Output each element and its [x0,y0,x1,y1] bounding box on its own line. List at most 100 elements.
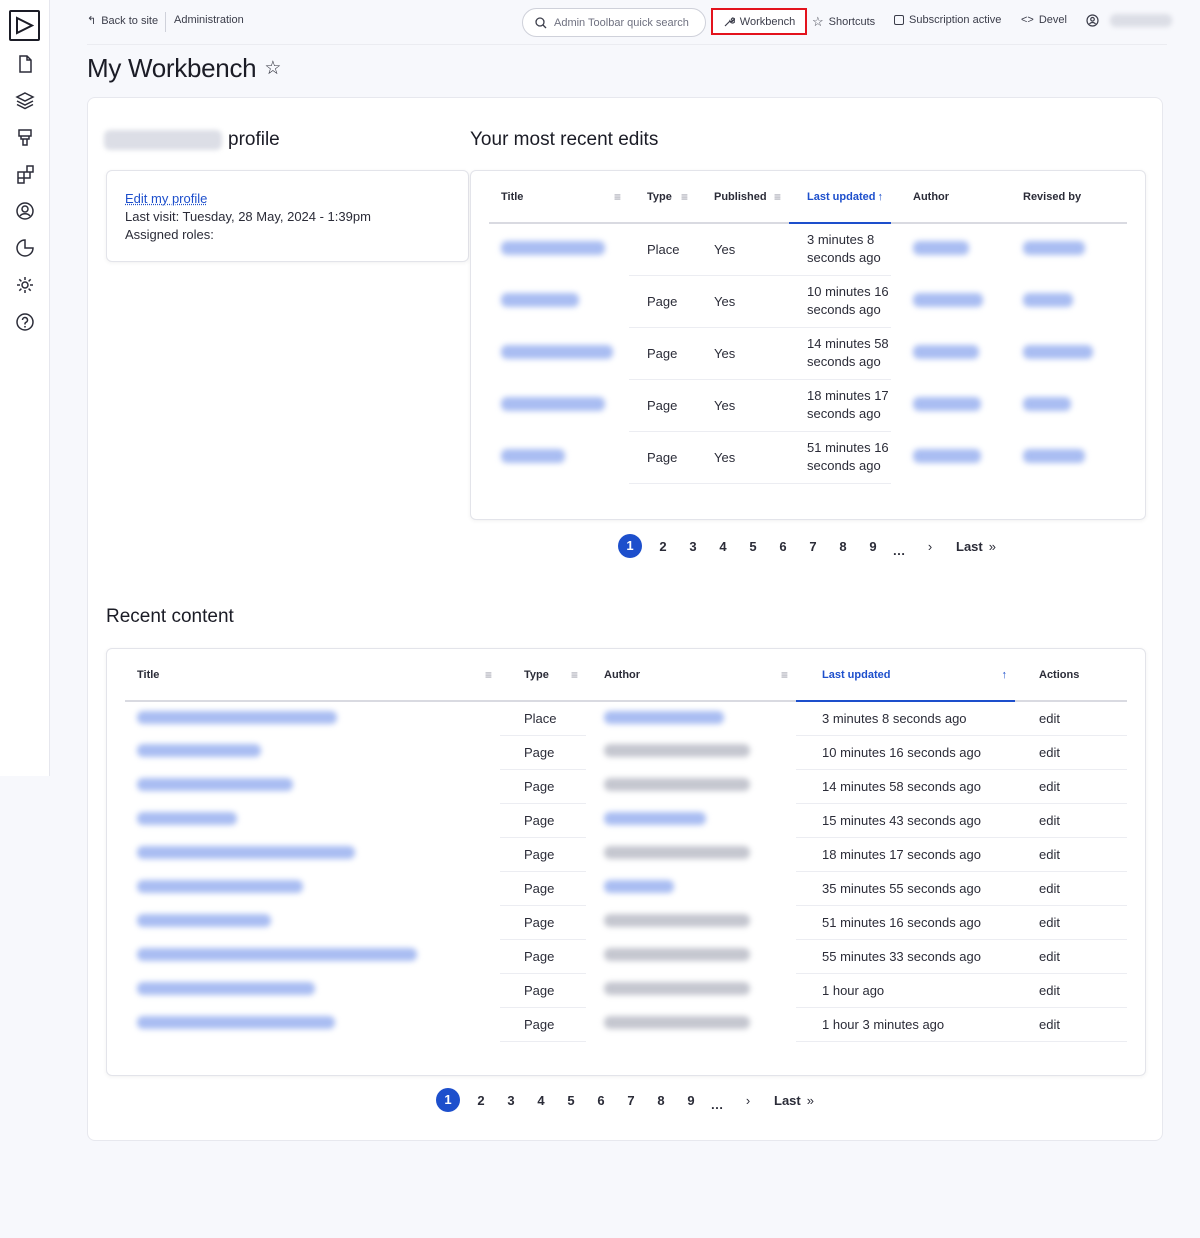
col-title[interactable]: Title ≡ [489,171,629,224]
pager-page-4[interactable]: 4 [526,1093,556,1108]
row-revised-by[interactable] [1001,275,1127,327]
author-redacted[interactable] [913,344,979,359]
reviser-redacted[interactable] [1023,448,1085,463]
layers-icon[interactable] [14,89,36,111]
col-title[interactable]: Title ≡ [125,649,500,702]
row-author[interactable] [891,431,1001,483]
row-revised-by[interactable] [1001,431,1127,483]
author-redacted[interactable] [913,241,969,255]
row-author[interactable] [586,803,796,837]
row-title[interactable] [125,769,500,803]
pager-page-5[interactable]: 5 [738,539,768,554]
row-type[interactable]: Page [500,1007,586,1042]
shortcuts-link[interactable]: ☆ Shortcuts [812,14,875,30]
site-logo[interactable] [9,10,40,41]
row-edit-link[interactable]: edit [1015,905,1127,940]
pager-page-1[interactable]: 1 [436,1088,460,1112]
col-type[interactable]: Type ≡ [629,171,696,224]
author-redacted[interactable] [913,448,981,463]
col-type[interactable]: Type ≡ [500,649,586,702]
row-edit-link[interactable]: edit [1015,1007,1127,1042]
pager-page-9[interactable]: 9 [858,539,888,554]
reviser-redacted[interactable] [1023,241,1085,255]
col-author[interactable]: Author [891,171,1001,224]
help-icon[interactable] [14,311,36,333]
col-author[interactable]: Author ≡ [586,649,796,702]
col-last-updated[interactable]: Last updated ↑ [789,171,891,224]
title-redacted[interactable] [137,778,293,791]
pager-page-6[interactable]: 6 [586,1093,616,1108]
title-redacted[interactable] [501,448,565,463]
pager-page-6[interactable]: 6 [768,539,798,554]
pager-page-7[interactable]: 7 [798,539,828,554]
pager-page-1[interactable]: 1 [618,534,642,558]
blocks-icon[interactable] [14,163,36,185]
title-redacted[interactable] [137,812,237,825]
pager-page-2[interactable]: 2 [466,1093,496,1108]
row-title[interactable] [125,803,500,837]
title-redacted[interactable] [137,982,315,995]
col-revised-by[interactable]: Revised by [1001,171,1127,224]
row-revised-by[interactable] [1001,327,1127,379]
row-revised-by[interactable] [1001,223,1127,275]
pager-next-icon[interactable]: › [738,1093,758,1108]
administration-link[interactable]: Administration [174,14,244,26]
row-edit-link[interactable]: edit [1015,871,1127,906]
title-redacted[interactable] [137,948,417,961]
row-title[interactable] [125,837,500,871]
title-redacted[interactable] [137,914,271,927]
file-icon[interactable] [14,53,36,75]
reviser-redacted[interactable] [1023,292,1073,307]
user-circle-icon[interactable] [14,200,36,222]
row-author[interactable] [586,871,796,905]
row-title[interactable] [125,939,500,973]
author-redacted[interactable] [913,292,983,307]
row-type[interactable]: Page [500,939,586,974]
pager-page-3[interactable]: 3 [678,539,708,554]
edit-profile-link[interactable]: Edit my profile [125,191,207,206]
subscription-link[interactable]: Subscription active [894,14,1001,26]
row-title[interactable] [125,905,500,939]
reviser-redacted[interactable] [1023,344,1093,359]
row-type[interactable]: Page [500,803,586,838]
row-edit-link[interactable]: edit [1015,735,1127,770]
row-author[interactable] [891,327,1001,379]
pager-next-icon[interactable]: › [920,539,940,554]
back-to-site-link[interactable]: ↰ Back to site [87,14,158,28]
pager-page-5[interactable]: 5 [556,1093,586,1108]
row-edit-link[interactable]: edit [1015,939,1127,974]
workbench-button[interactable]: Workbench [711,8,807,35]
row-type[interactable]: Place [500,701,586,736]
row-author[interactable] [891,379,1001,431]
pager-last-link[interactable]: Last» [956,539,996,554]
row-edit-link[interactable]: edit [1015,837,1127,872]
row-type[interactable]: Page [500,735,586,770]
reviser-redacted[interactable] [1023,396,1071,411]
row-author[interactable] [891,223,1001,275]
chart-pie-icon[interactable] [14,237,36,259]
title-redacted[interactable] [137,880,303,893]
row-title[interactable] [125,871,500,905]
pager-page-8[interactable]: 8 [646,1093,676,1108]
toolbar-search-input[interactable] [554,16,694,29]
row-type[interactable]: Page [500,905,586,940]
row-type[interactable]: Page [500,769,586,804]
col-published[interactable]: Published ≡ [696,171,789,224]
title-redacted[interactable] [501,241,605,255]
row-title[interactable] [125,735,500,769]
pager-page-9[interactable]: 9 [676,1093,706,1108]
row-revised-by[interactable] [1001,379,1127,431]
row-type[interactable]: Page [500,837,586,872]
row-title[interactable] [125,1007,500,1041]
row-edit-link[interactable]: edit [1015,973,1127,1008]
row-edit-link[interactable]: edit [1015,803,1127,838]
toolbar-search[interactable] [522,8,706,37]
title-redacted[interactable] [137,710,337,724]
row-edit-link[interactable]: edit [1015,769,1127,804]
devel-link[interactable]: <> Devel [1021,14,1067,26]
user-menu[interactable] [1086,14,1172,27]
pager-last-link[interactable]: Last» [774,1093,814,1108]
row-type[interactable]: Page [500,973,586,1008]
row-title[interactable] [489,431,629,483]
title-redacted[interactable] [501,344,613,359]
